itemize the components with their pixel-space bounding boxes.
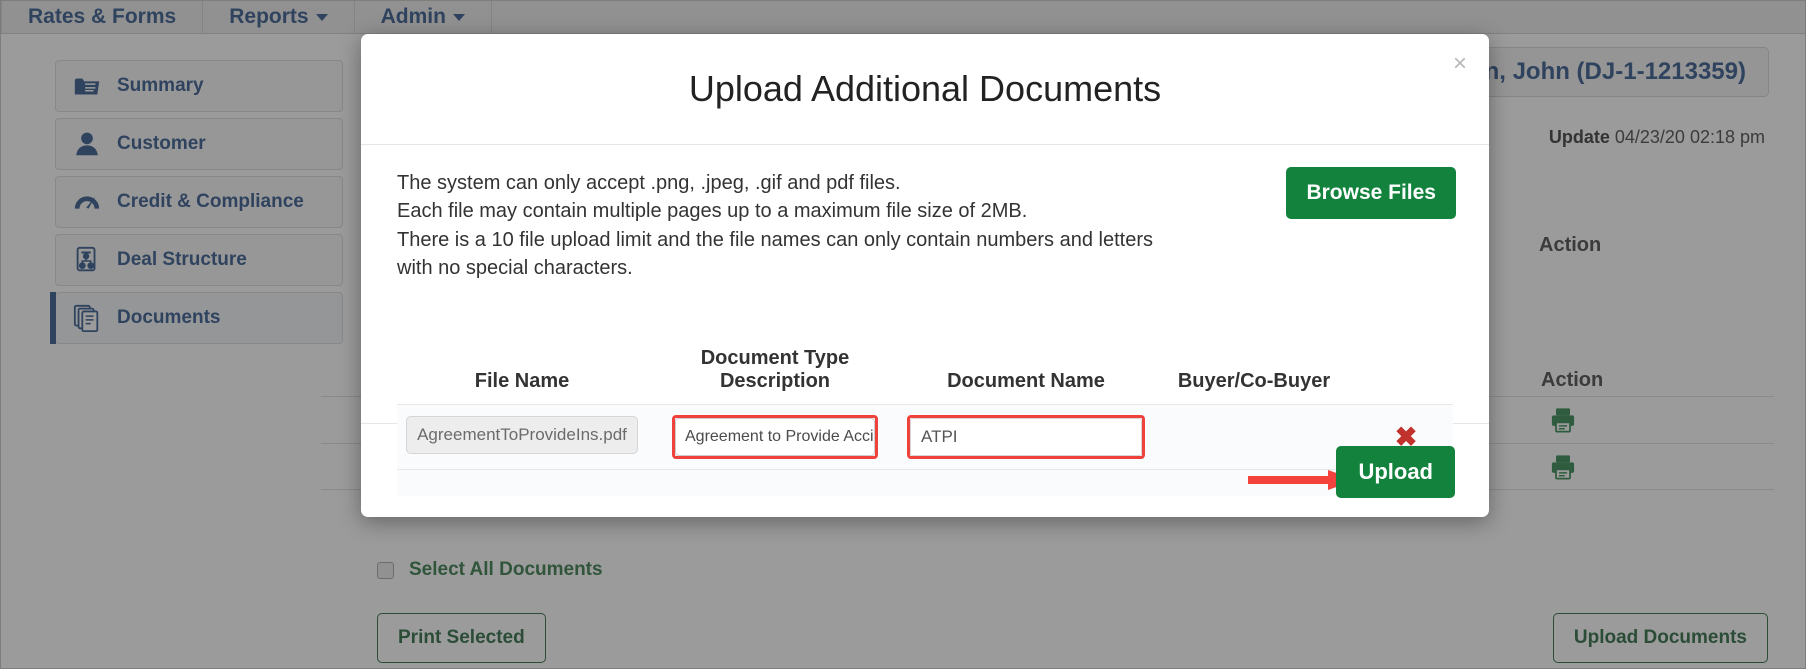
modal-footer: Upload	[361, 424, 1489, 517]
app-window: Rates & Forms Reports Admin Summary	[0, 0, 1806, 669]
close-icon[interactable]: ×	[1453, 52, 1467, 76]
table-header-row: File Name Document Type Description Docu…	[397, 347, 1453, 405]
column-header-file-name: File Name	[474, 370, 570, 392]
modal-title: Upload Additional Documents	[688, 68, 1162, 109]
upload-additional-documents-modal: Upload Additional Documents × The system…	[361, 34, 1489, 517]
modal-body: The system can only accept .png, .jpeg, …	[361, 145, 1489, 496]
upload-instructions: The system can only accept .png, .jpeg, …	[397, 172, 1153, 280]
column-header-buyer-co-buyer: Buyer/Co-Buyer	[1177, 370, 1331, 392]
column-header-document-name: Document Name	[947, 370, 1105, 392]
upload-button[interactable]: Upload	[1336, 446, 1455, 498]
browse-files-button[interactable]: Browse Files	[1286, 167, 1456, 219]
column-header-document-type-description: Document Type Description	[700, 347, 850, 392]
modal-header: Upload Additional Documents ×	[361, 34, 1489, 145]
